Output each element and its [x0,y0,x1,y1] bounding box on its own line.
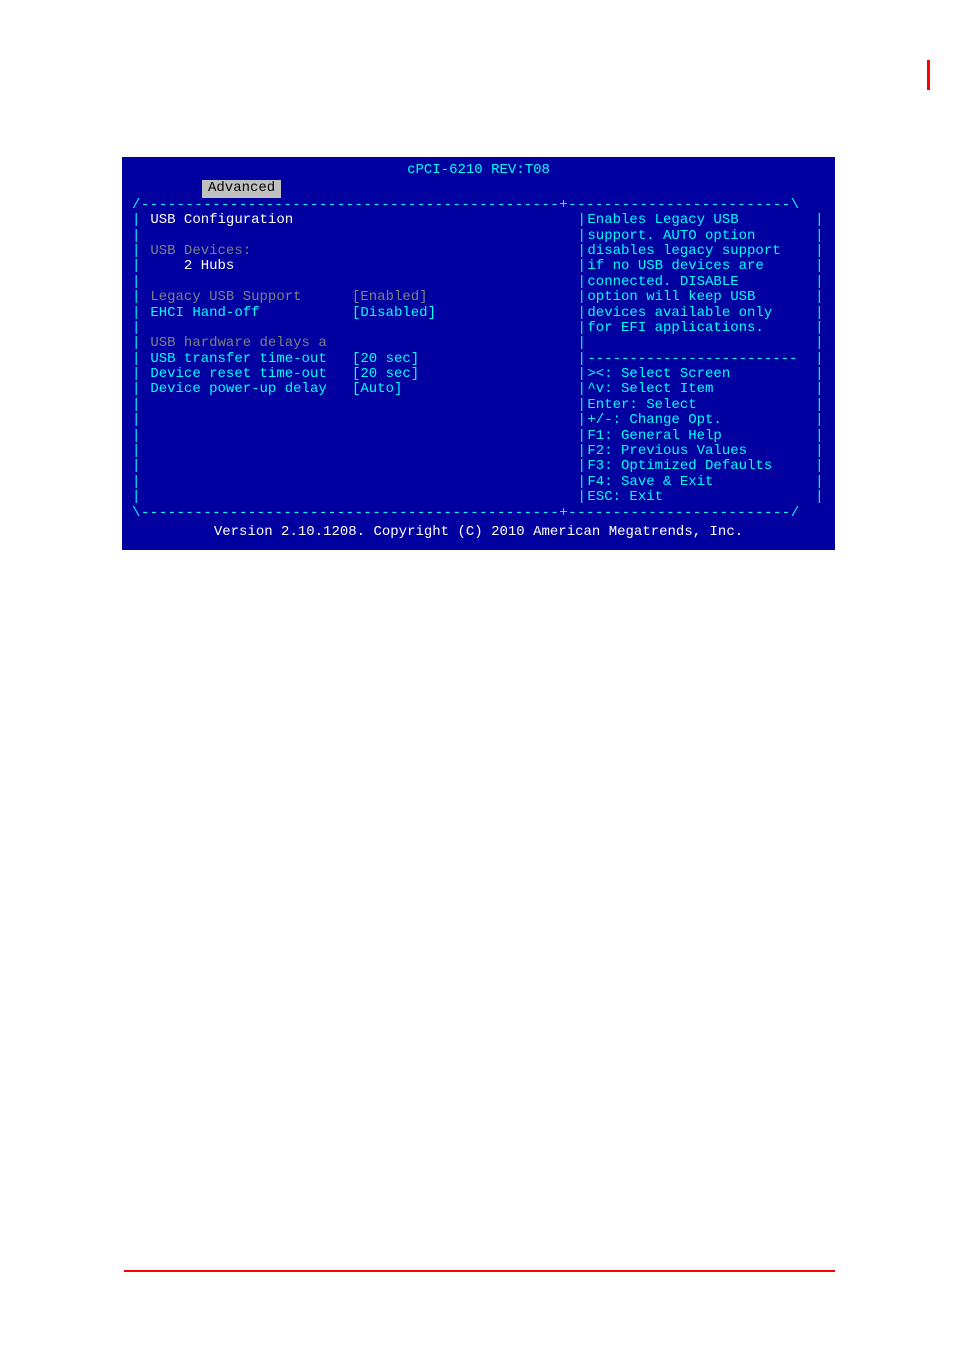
footer-text: Version 2.10.1208. Copyright (C) 2010 Am… [122,521,835,544]
section-header: USB Configuration [150,212,293,228]
help-line-0: Enables Legacy USB [587,213,815,228]
nav-help-0: ><: Select Screen [587,367,815,382]
nav-help-5: F2: Previous Values [587,444,815,459]
section2-label: USB hardware delays a [150,335,326,351]
bios-window: cPCI-6210 REV:T08 Advanced /------------… [122,157,835,550]
nav-help-6: F3: Optimized Defaults [587,459,815,474]
help-line-1: support. AUTO option [587,229,815,244]
option-device-powerup[interactable]: Device power-up delay [Auto] [150,381,402,397]
help-line-2: disables legacy support [587,244,815,259]
usb-devices-label: USB Devices: [150,243,251,259]
option-legacy-usb[interactable]: Legacy USB Support [Enabled] [150,289,427,305]
nav-help-2: Enter: Select [587,398,815,413]
window-title: cPCI-6210 REV:T08 [122,157,835,178]
nav-help-8: ESC: Exit [587,490,815,505]
help-line-5: option will keep USB [587,290,815,305]
option-usb-transfer[interactable]: USB transfer time-out [20 sec] [150,351,419,367]
option-device-reset[interactable]: Device reset time-out [20 sec] [150,366,419,382]
frame-bottom: \---------------------------------------… [132,506,825,521]
option-ehci-handoff[interactable]: EHCI Hand-off [Disabled] [150,305,436,321]
help-line-6: devices available only [587,306,815,321]
divider-line [124,1270,835,1272]
cursor-indicator [927,60,930,90]
tab-row: Advanced [122,180,835,197]
nav-help-1: ^v: Select Item [587,382,815,397]
nav-help-3: +/-: Change Opt. [587,413,815,428]
nav-help-4: F1: General Help [587,429,815,444]
help-line-3: if no USB devices are [587,259,815,274]
help-line-7: for EFI applications. [587,321,815,336]
frame-top: /---------------------------------------… [132,198,825,213]
usb-devices-value: 2 Hubs [150,258,234,274]
tab-advanced[interactable]: Advanced [202,180,281,197]
content-area: /---------------------------------------… [122,198,835,521]
help-line-4: connected. DISABLE [587,275,815,290]
nav-help-7: F4: Save & Exit [587,475,815,490]
